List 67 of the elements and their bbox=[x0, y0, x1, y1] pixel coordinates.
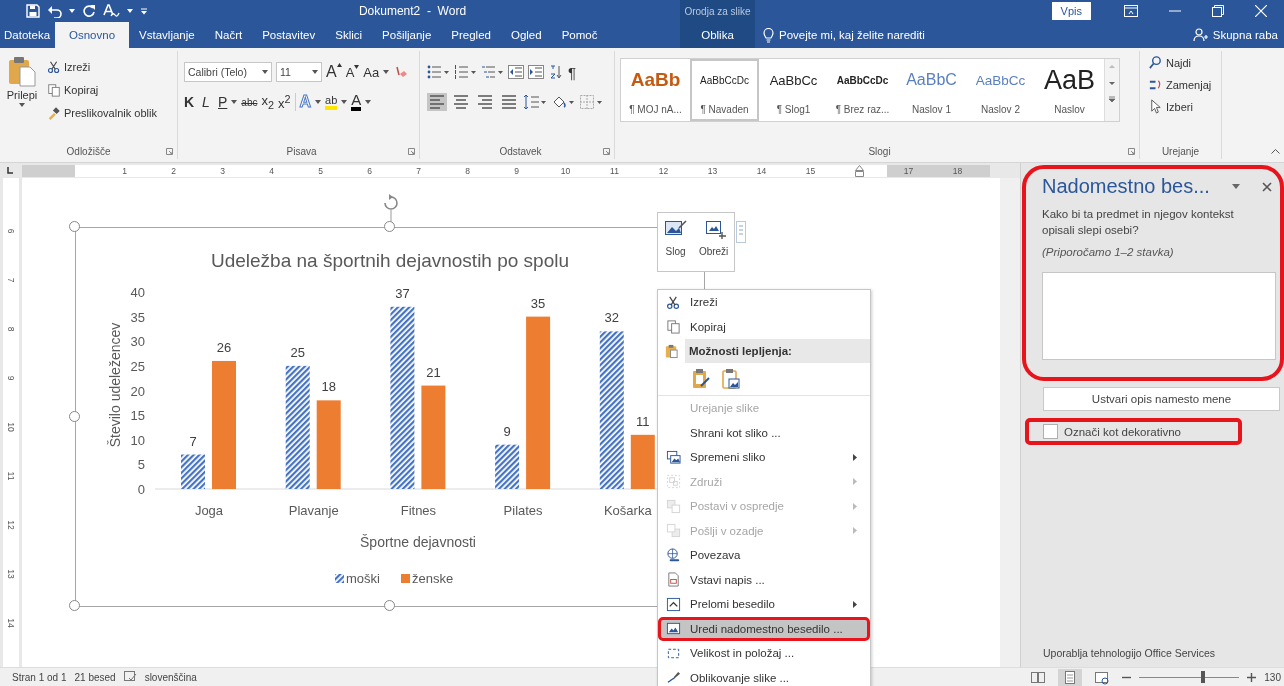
category-label: Plavanje bbox=[288, 503, 339, 518]
ruler-number: 2 bbox=[170, 165, 177, 176]
axis-tick-label: 35 bbox=[130, 309, 145, 325]
axis-tick-label: 15 bbox=[130, 408, 145, 424]
hint-text: (Priporočamo 1–2 stavka) bbox=[1042, 246, 1175, 258]
ruler-number: 17 bbox=[902, 165, 915, 176]
group-label: Pisava bbox=[286, 146, 317, 157]
axis-tick-label: 5 bbox=[137, 457, 145, 473]
ruler-number: 8 bbox=[6, 326, 16, 331]
data-label: 35 bbox=[530, 295, 546, 311]
ruler-number: 5 bbox=[317, 165, 324, 176]
ruler-number: 8 bbox=[464, 165, 471, 176]
group-label: Odložišče bbox=[66, 146, 111, 157]
data-label: 32 bbox=[604, 310, 620, 326]
legend-label: moški bbox=[346, 571, 380, 586]
axis-tick-label: 10 bbox=[130, 432, 145, 448]
ruler-number: 15 bbox=[804, 165, 817, 176]
ruler-number: 3 bbox=[219, 165, 226, 176]
ruler-number: 7 bbox=[415, 165, 422, 176]
ruler-number: 13 bbox=[6, 568, 16, 579]
ruler-number: 12 bbox=[657, 165, 670, 176]
group-label: Urejanje bbox=[1161, 146, 1200, 157]
data-label: 11 bbox=[636, 413, 650, 429]
data-label: 7 bbox=[189, 433, 197, 449]
data-label: 37 bbox=[395, 285, 410, 301]
ruler-number: 12 bbox=[6, 519, 16, 530]
menu-section-heading: Možnosti lepljenja: bbox=[685, 339, 870, 363]
ruler-number: 13 bbox=[706, 165, 719, 176]
ruler-number: 14 bbox=[6, 617, 16, 628]
group-label: Slogi bbox=[868, 146, 891, 157]
ruler-number: 10 bbox=[6, 421, 16, 432]
ruler-number: 7 bbox=[6, 277, 16, 282]
ruler-number: 9 bbox=[513, 165, 520, 176]
ruler-number: 4 bbox=[268, 165, 275, 176]
axis-tick-label: 40 bbox=[130, 285, 145, 300]
prompt-text: Kako bi ta predmet in njegov kontekst opisali slepi osebi? bbox=[1042, 207, 1235, 238]
footer-text: Uporablja tehnologijo Office Services bbox=[1042, 647, 1216, 659]
category-label: Fitnes bbox=[400, 503, 437, 518]
ruler-number: 6 bbox=[366, 165, 373, 176]
ruler-number: 10 bbox=[559, 165, 572, 176]
axis-tick-label: 30 bbox=[130, 334, 145, 350]
axis-tick-label: 0 bbox=[137, 482, 145, 497]
ruler-number: 14 bbox=[755, 165, 768, 176]
pane-title: Nadomestno bes... bbox=[1042, 175, 1210, 198]
chart-title: Udeležba na športnih dejavnostih po spolu bbox=[210, 250, 570, 271]
axis-tick-label: 20 bbox=[130, 383, 145, 399]
legend-label: ženske bbox=[412, 571, 454, 586]
data-label: 25 bbox=[290, 344, 305, 360]
ruler-number: 18 bbox=[951, 165, 964, 176]
window-title: Dokument2 - Word bbox=[357, 4, 468, 18]
data-label: 21 bbox=[426, 364, 441, 380]
axis-title: Število udeležencev bbox=[107, 322, 123, 448]
category-label: Pilates bbox=[503, 503, 543, 518]
ruler-number: 11 bbox=[609, 165, 620, 176]
ruler-number: 9 bbox=[6, 375, 16, 380]
ruler-number: 6 bbox=[6, 228, 16, 233]
contextual-tab-header: Orodja za slike bbox=[680, 0, 755, 22]
group-label: Odstavek bbox=[499, 146, 542, 157]
ruler-number: 1 bbox=[121, 165, 128, 176]
category-label: Joga bbox=[194, 503, 224, 518]
data-label: 9 bbox=[503, 423, 511, 439]
axis-tick-label: 25 bbox=[130, 358, 145, 374]
data-label: 18 bbox=[321, 379, 336, 395]
axis-title: Športne dejavnosti bbox=[360, 534, 476, 550]
category-label: Košarka bbox=[603, 503, 652, 518]
data-label: 26 bbox=[216, 339, 232, 355]
ruler-number: 11 bbox=[6, 471, 16, 480]
